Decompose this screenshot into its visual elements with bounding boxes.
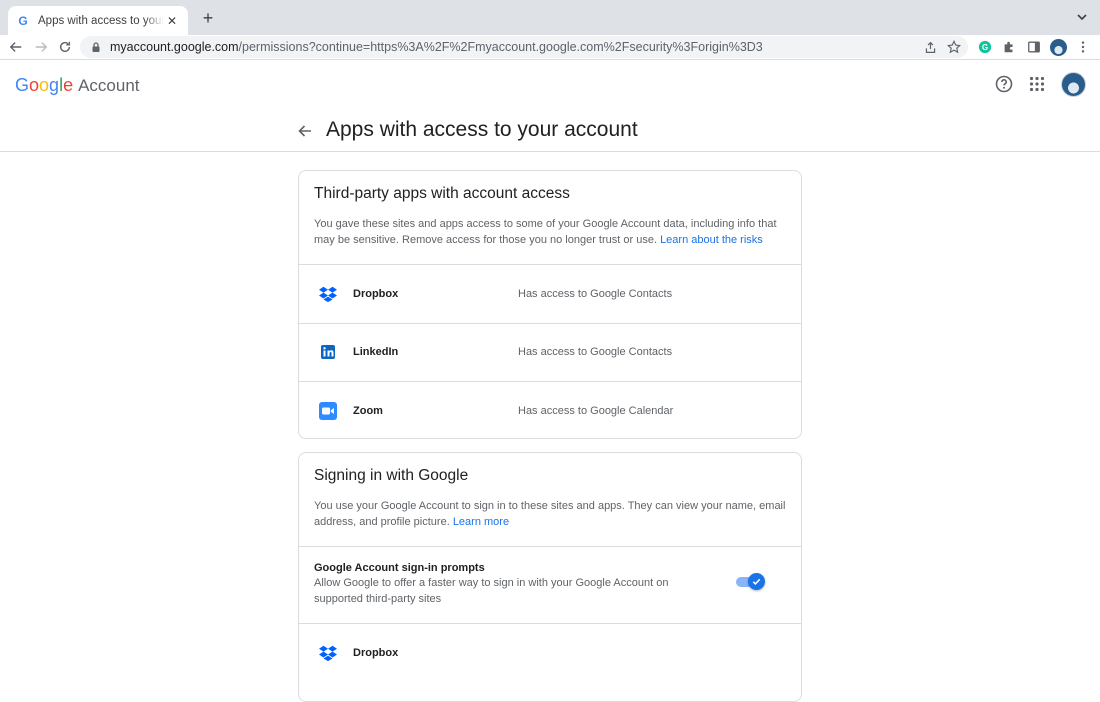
help-icon[interactable]: [994, 74, 1014, 94]
logo-letter: o: [29, 75, 40, 95]
account-header: Google Account: [0, 60, 1100, 108]
page-heading-bar: Apps with access to your account: [0, 108, 1100, 152]
back-button[interactable]: [6, 37, 26, 57]
card-description: You use your Google Account to sign in t…: [314, 498, 786, 530]
browser-toolbar: myaccount.google.com/permissions?continu…: [0, 35, 1100, 60]
app-name: Dropbox: [353, 647, 399, 660]
star-icon: [947, 40, 961, 54]
forward-button[interactable]: [31, 37, 51, 57]
reload-button[interactable]: [55, 37, 75, 57]
app-row-dropbox[interactable]: Dropbox: [299, 624, 801, 683]
prompt-description: Allow Google to offer a faster way to si…: [314, 577, 669, 605]
card-title: Third-party apps with account access: [314, 185, 570, 202]
app-row-zoom[interactable]: Zoom Has access to Google Calendar: [299, 382, 801, 438]
lock-icon[interactable]: [90, 41, 102, 53]
card-header: Signing in with Google You use your Goog…: [299, 453, 801, 547]
app-name: LinkedIn: [353, 346, 399, 359]
svg-text:G: G: [982, 43, 988, 52]
profile-button[interactable]: [1048, 37, 1068, 57]
grammarly-extension-button[interactable]: G: [975, 37, 995, 57]
puzzle-icon: [1004, 41, 1013, 53]
reload-icon: [59, 41, 71, 53]
card-title: Signing in with Google: [314, 467, 469, 484]
dropbox-icon: [319, 646, 337, 662]
app-name: Zoom: [353, 405, 383, 418]
tab-title: Apps with access to your acco: [38, 14, 164, 27]
logo-letter: o: [39, 75, 50, 95]
third-party-apps-card: Third-party apps with account access You…: [298, 170, 802, 439]
logo-letter: e: [63, 75, 74, 95]
more-vert-icon: [1081, 41, 1085, 53]
app-name: Dropbox: [353, 287, 399, 300]
toggle-knob: [748, 573, 765, 590]
linkedin-icon: [321, 345, 335, 360]
logo-suffix: Account: [78, 76, 140, 95]
share-icon: [925, 41, 935, 53]
url-host: myaccount.google.com: [110, 40, 239, 54]
check-icon: [752, 578, 761, 586]
app-row-linkedin[interactable]: LinkedIn Has access to Google Contacts: [299, 324, 801, 382]
page-title: Apps with access to your account: [326, 118, 638, 141]
google-favicon-icon: G: [18, 13, 28, 28]
sign-in-prompts-setting: Google Account sign-in prompts Allow Goo…: [299, 547, 801, 624]
app-access-text: Has access to Google Contacts: [518, 346, 673, 359]
close-tab-icon[interactable]: ✕: [164, 14, 180, 28]
app-access-text: Has access to Google Contacts: [518, 287, 673, 300]
dropbox-icon: [319, 286, 337, 302]
app-access-text: Has access to Google Calendar: [518, 405, 674, 418]
tab-search-chevron-icon[interactable]: [1074, 9, 1090, 25]
sign-in-prompts-toggle[interactable]: [736, 573, 765, 590]
apps-grid-icon[interactable]: [1027, 74, 1047, 94]
learn-about-risks-link[interactable]: Learn about the risks: [660, 234, 763, 246]
address-bar[interactable]: myaccount.google.com/permissions?continu…: [80, 36, 968, 58]
description-text: You use your Google Account to sign in t…: [314, 500, 786, 528]
extensions-button[interactable]: [999, 37, 1019, 57]
side-panel-icon: [1028, 41, 1040, 53]
back-arrow-icon: [9, 42, 22, 52]
grammarly-icon: G: [978, 40, 992, 54]
bookmark-button[interactable]: [944, 37, 964, 57]
app-row-dropbox[interactable]: Dropbox Has access to Google Contacts: [299, 265, 801, 324]
card-header: Third-party apps with account access You…: [299, 171, 801, 265]
learn-more-link[interactable]: Learn more: [453, 516, 509, 528]
forward-arrow-icon: [35, 42, 48, 52]
share-button[interactable]: [920, 37, 940, 57]
google-account-logo[interactable]: Google Account: [15, 75, 140, 96]
account-avatar[interactable]: [1061, 72, 1086, 97]
new-tab-button[interactable]: +: [197, 7, 219, 29]
url-path: /permissions?continue=https%3A%2F%2Fmyac…: [238, 40, 763, 54]
signing-in-with-google-card: Signing in with Google You use your Goog…: [298, 452, 802, 702]
side-panel-button[interactable]: [1024, 37, 1044, 57]
card-description: You gave these sites and apps access to …: [314, 216, 786, 248]
logo-letter: g: [49, 75, 60, 95]
back-arrow-icon[interactable]: [295, 121, 315, 141]
browser-tabstrip: G Apps with access to your acco ✕ +: [0, 0, 1100, 35]
profile-avatar-icon: [1049, 38, 1067, 56]
prompt-title: Google Account sign-in prompts: [314, 562, 485, 574]
browser-menu-button[interactable]: [1073, 37, 1093, 57]
zoom-icon: [319, 402, 337, 421]
logo-letter: G: [15, 75, 30, 95]
browser-tab[interactable]: G Apps with access to your acco ✕: [8, 6, 188, 35]
